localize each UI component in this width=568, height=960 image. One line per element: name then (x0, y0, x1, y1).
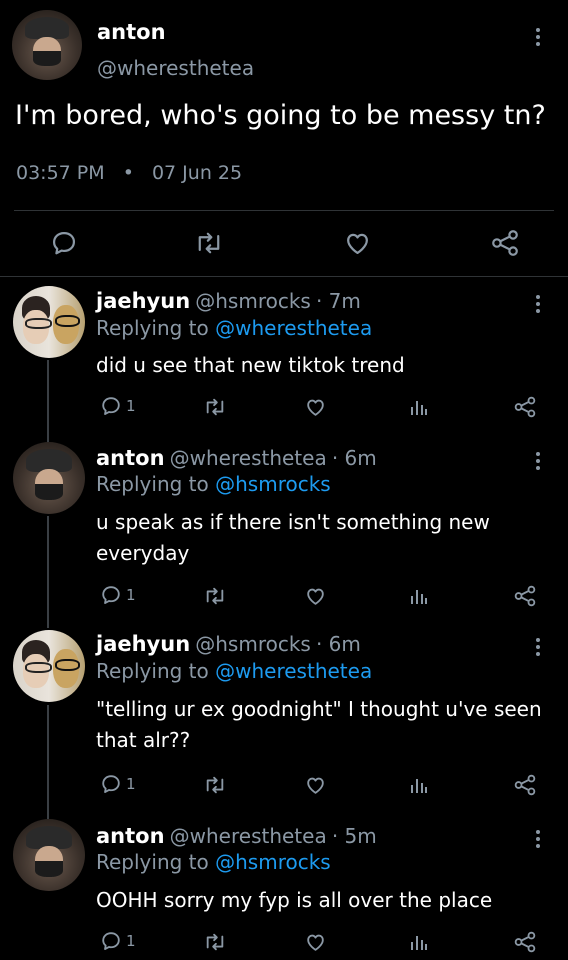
like-icon[interactable] (304, 396, 327, 418)
avatar-jaehyun[interactable] (13, 286, 85, 358)
share-icon[interactable] (513, 774, 537, 796)
reply-header: anton @wheresthetea · 5m (96, 824, 377, 848)
thread-line (47, 516, 49, 628)
reply-handle[interactable]: @wheresthetea (170, 446, 327, 470)
reply-text: "telling ur ex goodnight" I thought u've… (96, 697, 542, 752)
reply-icon[interactable]: 1 (100, 773, 136, 795)
reply-name[interactable]: jaehyun (96, 632, 190, 656)
main-tweet-text: I'm bored, who's going to be messy tn? (15, 100, 546, 131)
replying-prefix: Replying to (96, 659, 216, 683)
reply-header: jaehyun @hsmrocks · 7m (96, 289, 361, 313)
like-icon[interactable] (304, 774, 327, 796)
more-dots-icon[interactable] (530, 25, 546, 49)
reply-age: · 5m (331, 824, 377, 848)
analytics-icon[interactable] (409, 397, 429, 417)
more-dots-icon[interactable] (530, 449, 546, 473)
reply-header: jaehyun @hsmrocks · 6m (96, 632, 361, 656)
like-icon[interactable] (304, 585, 327, 607)
replying-prefix: Replying to (96, 316, 216, 340)
avatar-anton[interactable] (13, 442, 85, 514)
analytics-icon[interactable] (409, 586, 429, 606)
reply-name[interactable]: jaehyun (96, 289, 190, 313)
divider (14, 210, 554, 211)
reply-age: · 6m (315, 632, 361, 656)
reply-count: 1 (126, 397, 136, 415)
reply-header: anton @wheresthetea · 6m (96, 446, 377, 470)
tweet-date: 07 Jun 25 (151, 162, 243, 184)
replying-to-link[interactable]: @hsmrocks (215, 472, 331, 496)
retweet-icon[interactable] (203, 931, 227, 953)
share-icon[interactable] (513, 585, 537, 607)
reply-text: OOHH sorry my fyp is all over the place (96, 888, 493, 912)
reply-icon[interactable] (50, 229, 78, 257)
main-tweet-timestamp: 03:57 PM • 07 Jun 25 (16, 162, 242, 184)
reply-icon[interactable]: 1 (100, 584, 136, 606)
avatar-jaehyun[interactable] (13, 630, 85, 702)
retweet-icon[interactable] (203, 585, 227, 607)
replying-to: Replying to @wheresthetea (96, 659, 372, 683)
reply-name[interactable]: anton (96, 824, 165, 848)
replying-to: Replying to @hsmrocks (96, 850, 331, 874)
thread-line (47, 705, 49, 819)
tweet-time: 03:57 PM (16, 162, 105, 184)
reply-handle[interactable]: @wheresthetea (170, 824, 327, 848)
analytics-icon[interactable] (409, 932, 429, 952)
reply-icon[interactable]: 1 (100, 930, 136, 952)
share-icon[interactable] (490, 229, 520, 257)
reply-icon[interactable]: 1 (100, 395, 136, 417)
thread-line (47, 360, 49, 444)
replying-to-link[interactable]: @wheresthetea (215, 659, 372, 683)
reply-name[interactable]: anton (96, 446, 165, 470)
more-dots-icon[interactable] (530, 292, 546, 316)
reply-text: did u see that new tiktok trend (96, 353, 405, 377)
replying-prefix: Replying to (96, 850, 216, 874)
retweet-icon[interactable] (203, 774, 227, 796)
replying-to: Replying to @wheresthetea (96, 316, 372, 340)
replying-prefix: Replying to (96, 472, 216, 496)
like-icon[interactable] (304, 931, 327, 953)
main-tweet-handle[interactable]: @wheresthetea (97, 56, 254, 80)
reply-age: · 7m (315, 289, 361, 313)
replying-to-link[interactable]: @hsmrocks (215, 850, 331, 874)
reply-count: 1 (126, 586, 136, 604)
replying-to-link[interactable]: @wheresthetea (215, 316, 372, 340)
analytics-icon[interactable] (409, 775, 429, 795)
reply-handle[interactable]: @hsmrocks (195, 289, 311, 313)
reply-text: u speak as if there isn't something new … (96, 510, 490, 565)
retweet-icon[interactable] (203, 396, 227, 418)
replying-to: Replying to @hsmrocks (96, 472, 331, 496)
divider (0, 276, 568, 277)
more-dots-icon[interactable] (530, 635, 546, 659)
timestamp-separator: • (122, 162, 134, 184)
more-dots-icon[interactable] (530, 827, 546, 851)
like-icon[interactable] (343, 229, 372, 257)
share-icon[interactable] (513, 931, 537, 953)
retweet-icon[interactable] (194, 229, 224, 257)
main-tweet-name[interactable]: anton (97, 20, 166, 44)
share-icon[interactable] (513, 396, 537, 418)
avatar-anton[interactable] (13, 819, 85, 891)
reply-handle[interactable]: @hsmrocks (195, 632, 311, 656)
reply-count: 1 (126, 932, 136, 950)
avatar-anton[interactable] (12, 10, 82, 80)
reply-count: 1 (126, 775, 136, 793)
reply-age: · 6m (331, 446, 377, 470)
